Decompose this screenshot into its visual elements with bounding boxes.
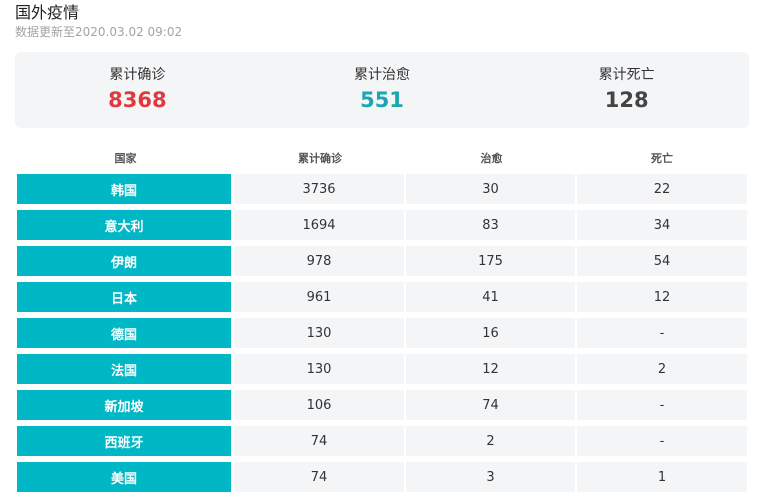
column-header-cured: 治愈 <box>480 152 503 165</box>
cell-cured: 83 <box>406 210 577 240</box>
cell-confirmed: 978 <box>234 246 406 276</box>
cell-dead: 2 <box>577 354 747 384</box>
cell-dead: - <box>577 390 747 420</box>
table-body: 韩国 3736 30 22 意大利 1694 83 34 伊朗 978 175 54 日本 961 41 12… <box>17 174 747 492</box>
stat-cured-value: 551 <box>360 88 404 112</box>
cell-country: 日本 <box>17 282 234 312</box>
table-row[interactable]: 法国 130 12 2 <box>17 354 747 384</box>
stat-dead: 累计死亡 128 <box>504 52 749 128</box>
cell-dead: 34 <box>577 210 747 240</box>
cell-country: 韩国 <box>17 174 234 204</box>
table-row[interactable]: 意大利 1694 83 34 <box>17 210 747 240</box>
cell-cured: 175 <box>406 246 577 276</box>
cell-confirmed: 961 <box>234 282 406 312</box>
cell-dead: 54 <box>577 246 747 276</box>
table-row[interactable]: 德国 130 16- <box>17 318 747 348</box>
cell-confirmed: 3736 <box>234 174 406 204</box>
stat-confirmed: 累计确诊 8368 <box>15 52 260 128</box>
cell-confirmed: 1694 <box>234 210 406 240</box>
stat-dead-label: 累计死亡 <box>598 67 655 83</box>
cell-confirmed: 106 <box>234 390 406 420</box>
stat-confirmed-label: 累计确诊 <box>109 67 166 83</box>
cell-cured: 12 <box>406 354 577 384</box>
cell-cured: 16 <box>406 318 577 348</box>
cell-dead: 12 <box>577 282 747 312</box>
cell-cured: 74 <box>406 390 577 420</box>
cell-dead: - <box>577 426 747 456</box>
cell-cured: 41 <box>406 282 577 312</box>
column-header-dead: 死亡 <box>651 152 673 165</box>
table-row[interactable]: 韩国 3736 30 22 <box>17 174 747 204</box>
cell-confirmed: 74 <box>234 462 406 492</box>
table-header: 国家 累计确诊 治愈 死亡 <box>17 148 747 168</box>
cell-confirmed: 74 <box>234 426 406 456</box>
cell-cured: 3 <box>406 462 577 492</box>
stat-confirmed-value: 8368 <box>108 88 167 112</box>
cell-country: 西班牙 <box>17 426 234 456</box>
summary-panel: 累计确诊 8368 累计治愈 551 累计死亡 128 <box>15 52 749 128</box>
page: 国外疫情 数据更新至2020.03.02 09:02 累计确诊 8368 累计治… <box>0 0 765 495</box>
cell-country: 意大利 <box>17 210 234 240</box>
cell-country: 德国 <box>17 318 234 348</box>
table-row[interactable]: 伊朗 978 175 54 <box>17 246 747 276</box>
update-timestamp: 数据更新至2020.03.02 09:02 <box>15 25 183 39</box>
cell-dead: 22 <box>577 174 747 204</box>
cell-country: 美国 <box>17 462 234 492</box>
table-row[interactable]: 美国 74 3 1 <box>17 462 747 492</box>
stat-cured: 累计治愈 551 <box>260 52 505 128</box>
cell-confirmed: 130 <box>234 318 406 348</box>
table-row[interactable]: 新加坡 106 74- <box>17 390 747 420</box>
cell-country: 新加坡 <box>17 390 234 420</box>
cell-country: 法国 <box>17 354 234 384</box>
stat-dead-value: 128 <box>604 88 649 112</box>
cell-cured: 30 <box>406 174 577 204</box>
column-header-country: 国家 <box>114 152 137 165</box>
column-header-confirmed: 累计确诊 <box>298 152 342 165</box>
table-row[interactable]: 西班牙 74 2- <box>17 426 747 456</box>
stat-cured-label: 累计治愈 <box>354 67 410 83</box>
table-row[interactable]: 日本 961 41 12 <box>17 282 747 312</box>
cell-dead: 1 <box>577 462 747 492</box>
cell-confirmed: 130 <box>234 354 406 384</box>
country-table: 国家 累计确诊 治愈 死亡 韩国 3736 30 22 意大利 1694 83 34 伊朗 978… <box>17 148 747 495</box>
cell-cured: 2 <box>406 426 577 456</box>
cell-country: 伊朗 <box>17 246 234 276</box>
cell-dead: - <box>577 318 747 348</box>
page-title: 国外疫情 <box>15 3 80 22</box>
